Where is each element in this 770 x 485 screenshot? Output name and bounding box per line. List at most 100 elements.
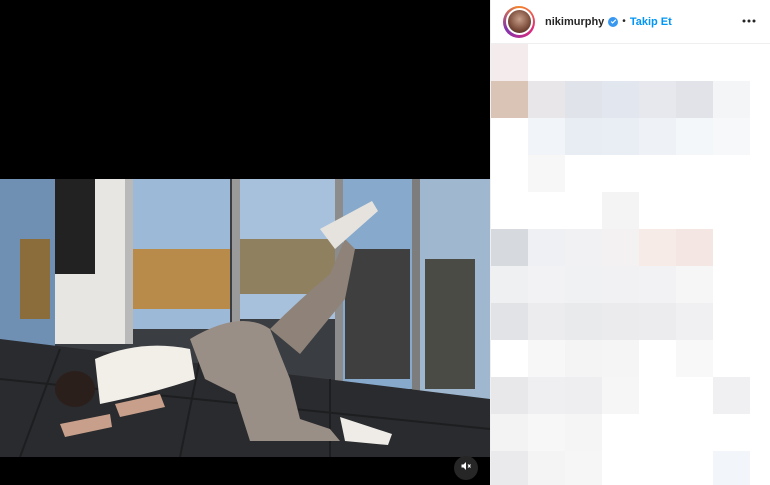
workout-video[interactable] [0,179,490,457]
blurred-pixel [713,44,750,81]
blurred-pixel [639,303,676,340]
profile-photo [505,8,533,35]
blurred-pixel [639,340,676,377]
blurred-pixel [602,303,639,340]
mute-toggle-button[interactable] [454,456,478,480]
blurred-pixel [713,118,750,155]
blurred-pixel [676,303,713,340]
workout-video-image [0,179,490,457]
blurred-pixel [602,44,639,81]
blurred-pixel [565,192,602,229]
blurred-pixel [676,266,713,303]
blurred-pixel [528,303,565,340]
blurred-pixel [713,414,750,451]
blurred-pixel [676,451,713,485]
blurred-pixel [491,192,528,229]
separator: • [622,16,626,27]
blurred-pixel [528,44,565,81]
follow-button[interactable]: Takip Et [630,16,672,28]
blurred-pixel [491,266,528,303]
blurred-pixel [491,340,528,377]
blurred-pixel [491,303,528,340]
blurred-pixel [565,81,602,118]
blurred-pixel [676,229,713,266]
blurred-pixel [528,340,565,377]
blurred-pixel [713,229,750,266]
blurred-pixel [491,44,528,81]
blurred-pixel [602,81,639,118]
blurred-pixel [639,229,676,266]
verified-badge-icon [608,16,619,27]
blurred-pixel [639,451,676,485]
blurred-pixel [676,155,713,192]
blurred-pixel [528,451,565,485]
blurred-pixel [528,377,565,414]
blurred-pixel [528,118,565,155]
post-side-panel: nikimurphy • Takip Et [490,0,770,485]
instagram-post: nikimurphy • Takip Et [0,0,770,485]
blurred-pixel [676,192,713,229]
blurred-pixel [565,303,602,340]
blurred-pixel [528,229,565,266]
blurred-pixel [565,451,602,485]
blurred-pixel [639,81,676,118]
blurred-pixel [713,340,750,377]
blurred-pixel [565,377,602,414]
blurred-pixel [602,377,639,414]
username-link[interactable]: nikimurphy [545,16,604,28]
blurred-pixel [491,451,528,485]
post-media[interactable] [0,0,490,485]
blurred-pixel [602,340,639,377]
blurred-pixel [713,377,750,414]
more-options-icon[interactable] [740,12,758,30]
blurred-pixel [676,340,713,377]
blurred-pixel [602,266,639,303]
blurred-pixel [565,118,602,155]
blurred-pixel [639,414,676,451]
blurred-pixel [639,155,676,192]
blurred-pixel [528,155,565,192]
blurred-pixel [602,414,639,451]
blurred-pixel [565,229,602,266]
blurred-pixel [639,377,676,414]
blurred-pixel [713,192,750,229]
blurred-pixel [602,192,639,229]
muted-speaker-icon [460,459,472,477]
blurred-pixel [528,266,565,303]
blurred-pixel [491,377,528,414]
blurred-pixel [491,118,528,155]
blurred-pixel [639,192,676,229]
blurred-pixel [676,118,713,155]
blurred-pixel [713,81,750,118]
blurred-pixel [602,118,639,155]
blurred-pixel [713,451,750,485]
blurred-pixel [565,266,602,303]
blurred-pixel [491,229,528,266]
blurred-pixel [602,451,639,485]
blurred-pixel [676,81,713,118]
blurred-comments-area [491,44,770,485]
blurred-pixel [565,44,602,81]
blurred-pixel [491,414,528,451]
blurred-pixel [565,155,602,192]
post-header: nikimurphy • Takip Et [491,0,770,44]
blurred-pixel [528,414,565,451]
blurred-pixel [602,155,639,192]
blurred-pixel [602,229,639,266]
blurred-pixel [639,44,676,81]
blurred-pixel [676,44,713,81]
blurred-pixel [528,81,565,118]
blurred-pixel [639,118,676,155]
blurred-pixel [713,266,750,303]
blurred-pixel [528,192,565,229]
blurred-pixel [491,81,528,118]
blurred-pixel [676,414,713,451]
blurred-pixel [713,303,750,340]
blurred-pixel [639,266,676,303]
avatar[interactable] [503,5,535,38]
blurred-pixel [713,155,750,192]
blurred-pixel [565,414,602,451]
blurred-pixel [565,340,602,377]
blurred-pixel [676,377,713,414]
blurred-pixel [491,155,528,192]
